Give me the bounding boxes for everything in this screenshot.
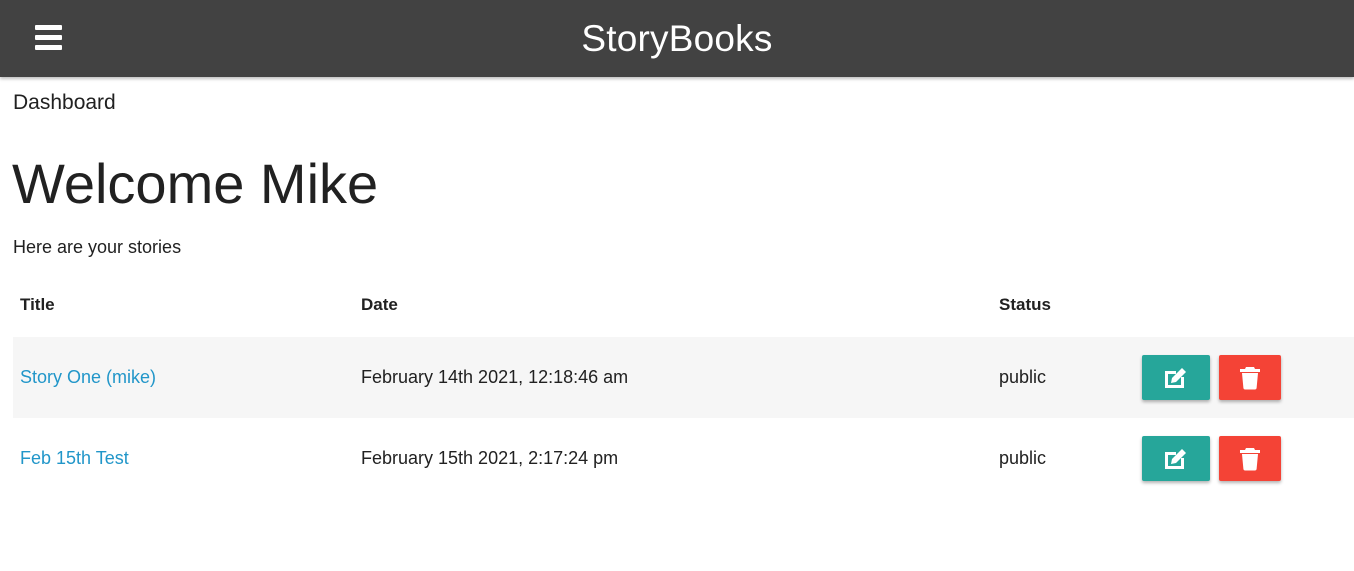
page-title: Welcome Mike [12,152,379,215]
story-title-link[interactable]: Feb 15th Test [20,448,129,468]
story-title-cell: Story One (mike) [13,337,354,418]
header-date: Date [361,295,398,314]
delete-story-button[interactable] [1219,355,1281,400]
header-title: Title [20,295,55,314]
story-date: February 15th 2021, 2:17:24 pm [354,418,992,499]
edit-story-button[interactable] [1142,436,1210,481]
story-status: public [992,337,1142,418]
stories-table: Title Date Status Story One (mike) Febru… [13,273,1354,499]
story-date: February 14th 2021, 12:18:46 am [354,337,992,418]
brand-title[interactable]: StoryBooks [0,17,1354,61]
edit-story-button[interactable] [1142,355,1210,400]
trash-icon [1240,366,1260,389]
story-title-link[interactable]: Story One (mike) [20,367,156,387]
delete-story-button[interactable] [1219,436,1281,481]
story-title-cell: Feb 15th Test [13,418,354,499]
header-status: Status [999,295,1051,314]
story-actions [1142,418,1354,499]
header-actions [1142,273,1354,337]
page-subtitle: Here are your stories [13,237,182,257]
story-actions [1142,337,1354,418]
edit-icon [1165,448,1186,469]
breadcrumb: Dashboard [13,91,116,114]
table-row: Feb 15th Test February 15th 2021, 2:17:2… [13,418,1354,499]
table-header-row: Title Date Status [13,273,1354,337]
trash-icon [1240,447,1260,470]
table-row: Story One (mike) February 14th 2021, 12:… [13,337,1354,418]
story-status: public [992,418,1142,499]
edit-icon [1165,367,1186,388]
top-navbar: StoryBooks [0,0,1354,77]
